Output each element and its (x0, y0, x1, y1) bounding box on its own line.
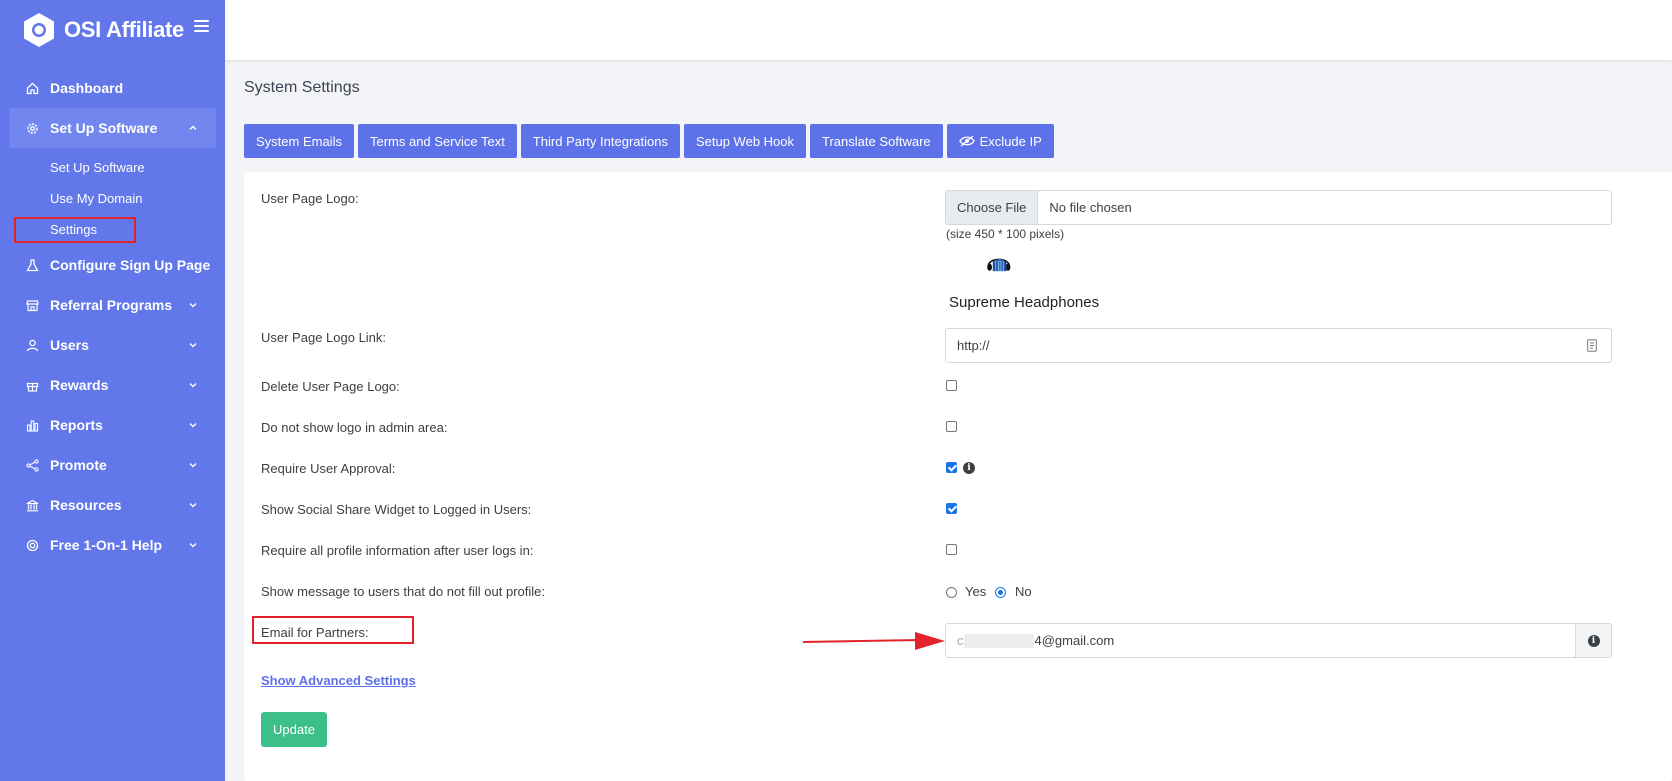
require-approval-label: Require User Approval: (261, 461, 396, 476)
tab-setup-web-hook[interactable]: Setup Web Hook (683, 124, 807, 158)
sidebar: OSI Affiliate Dashboard Set Up Software … (0, 0, 225, 781)
bank-icon (25, 498, 40, 513)
highlight-box (14, 217, 136, 243)
logo-preview-text: Supreme Headphones (949, 294, 1100, 311)
gear-icon (25, 121, 40, 136)
file-name-text: No file chosen (1049, 200, 1132, 215)
email-input-group: c 4@gmail.com i (945, 623, 1612, 658)
chevron-down-icon (189, 383, 197, 388)
sidebar-nav: Dashboard Set Up Software Set Up Softwar… (0, 68, 225, 565)
red-arrow-annotation (803, 632, 945, 650)
require-profile-checkbox[interactable] (946, 544, 957, 555)
logo-link-label: User Page Logo Link: (261, 330, 387, 345)
store-icon (25, 298, 40, 313)
tab-system-emails[interactable]: System Emails (244, 124, 354, 158)
sidebar-subitem-set-up-software[interactable]: Set Up Software (0, 152, 225, 183)
chevron-up-icon (189, 125, 197, 130)
info-icon[interactable]: i (963, 462, 975, 474)
sidebar-item-free-help[interactable]: Free 1-On-1 Help (0, 525, 225, 565)
logo-link-value: http:// (957, 338, 990, 353)
choose-file-button[interactable]: Choose File (946, 191, 1039, 224)
email-label: Email for Partners: (261, 625, 369, 640)
show-message-label: Show message to users that do not fill o… (261, 584, 545, 599)
show-message-yes-radio[interactable] (946, 587, 957, 598)
no-admin-logo-checkbox[interactable] (946, 421, 957, 432)
sidebar-item-label: Promote (50, 457, 107, 473)
logo-preview-image (987, 258, 1011, 272)
yes-label: Yes (965, 584, 987, 599)
sidebar-item-label: Set Up Software (50, 120, 158, 136)
no-admin-logo-label: Do not show logo in admin area: (261, 420, 448, 435)
sidebar-subitem-settings[interactable]: Settings (0, 214, 225, 245)
user-icon (25, 338, 40, 353)
sidebar-item-rewards[interactable]: Rewards (0, 365, 225, 405)
sidebar-item-label: Resources (50, 497, 122, 513)
top-bar (225, 0, 1672, 60)
sidebar-item-users[interactable]: Users (0, 325, 225, 365)
settings-card (244, 172, 1672, 781)
delete-logo-checkbox[interactable] (946, 380, 957, 391)
redacted-block (963, 633, 1034, 648)
sidebar-item-label: Referral Programs (50, 297, 173, 313)
tab-third-party-integrations[interactable]: Third Party Integrations (520, 124, 680, 158)
show-message-no-radio[interactable] (995, 587, 1006, 598)
sidebar-item-label: Free 1-On-1 Help (50, 537, 163, 553)
require-profile-label: Require all profile information after us… (261, 543, 534, 558)
email-info-addon[interactable]: i (1575, 624, 1611, 657)
gift-icon (25, 378, 40, 393)
tab-exclude-ip[interactable]: Exclude IP (946, 124, 1054, 158)
tab-label: Exclude IP (979, 133, 1042, 149)
sidebar-item-label: Rewards (50, 377, 109, 393)
show-advanced-settings-link[interactable]: Show Advanced Settings (261, 673, 416, 688)
lifebuoy-icon (25, 538, 40, 553)
share-icon (25, 458, 40, 473)
sidebar-item-label: Users (50, 337, 89, 353)
delete-logo-label: Delete User Page Logo: (261, 379, 400, 394)
require-approval-checkbox[interactable] (946, 462, 957, 473)
sidebar-item-referral-programs[interactable]: Referral Programs (0, 285, 225, 325)
logo-file-input[interactable]: Choose File No file chosen (945, 190, 1612, 225)
social-widget-label: Show Social Share Widget to Logged in Us… (261, 502, 532, 517)
chevron-down-icon (189, 343, 197, 348)
bar-chart-icon (25, 418, 40, 433)
osi-logo-icon (24, 13, 54, 47)
sidebar-item-resources[interactable]: Resources (0, 485, 225, 525)
logo-size-hint: (size 450 * 100 pixels) (946, 227, 1065, 241)
chevron-down-icon (189, 543, 197, 548)
tab-translate-software[interactable]: Translate Software (810, 124, 943, 158)
chevron-down-icon (189, 463, 197, 468)
update-button[interactable]: Update (261, 712, 327, 747)
no-label: No (1015, 584, 1032, 599)
social-widget-checkbox[interactable] (946, 503, 957, 514)
sidebar-item-configure-sign-up-page[interactable]: Configure Sign Up Page (0, 245, 225, 285)
sidebar-subitem-use-my-domain[interactable]: Use My Domain (0, 183, 225, 214)
tab-terms-and-service-text[interactable]: Terms and Service Text (357, 124, 517, 158)
chevron-down-icon (189, 423, 197, 428)
sidebar-item-dashboard[interactable]: Dashboard (0, 68, 225, 108)
flask-icon (25, 258, 40, 273)
sidebar-item-label: Reports (50, 417, 103, 433)
logo-link-input[interactable]: http:// (945, 328, 1612, 363)
home-icon (25, 81, 40, 96)
sidebar-item-set-up-software[interactable]: Set Up Software (9, 108, 216, 148)
brand-name: OSI Affiliate (64, 17, 184, 42)
email-value-suffix: 4@gmail.com (1034, 633, 1115, 648)
brand[interactable]: OSI Affiliate (22, 10, 184, 50)
chevron-down-icon (189, 303, 197, 308)
email-input[interactable]: c 4@gmail.com (946, 624, 1575, 657)
logo-label: User Page Logo: (261, 191, 359, 206)
sidebar-item-promote[interactable]: Promote (0, 445, 225, 485)
sidebar-item-label: Dashboard (50, 80, 124, 96)
info-icon: i (1587, 634, 1600, 647)
contact-card-icon (1587, 339, 1597, 352)
settings-tabs: System Emails Terms and Service Text Thi… (244, 124, 1058, 158)
eye-slash-icon (958, 135, 975, 147)
page-title: System Settings (244, 79, 360, 96)
chevron-down-icon (189, 503, 197, 508)
sidebar-item-reports[interactable]: Reports (0, 405, 225, 445)
sidebar-item-label: Configure Sign Up Page (50, 257, 211, 273)
menu-toggle-icon[interactable] (194, 20, 209, 32)
